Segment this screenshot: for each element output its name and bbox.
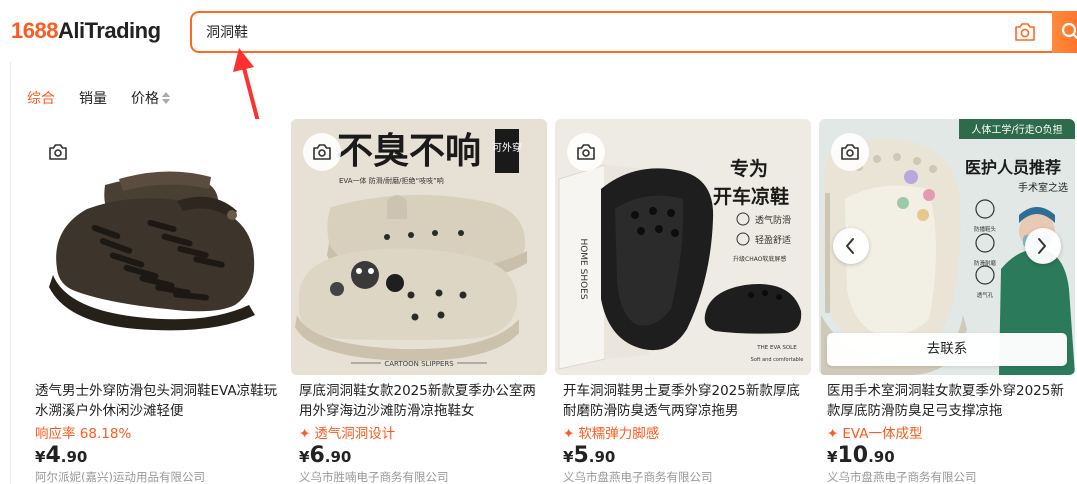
image-feature-3: 透气孔 [977, 291, 994, 299]
camera-icon [49, 144, 67, 160]
sort-bar: 综合 销量 价格 [27, 88, 194, 108]
sole-sublabel: Soft and comfortable [751, 357, 804, 363]
price-integer: 5 [573, 443, 589, 468]
sole-label: THE EVA SOLE [756, 345, 797, 351]
price-currency: ¥ [827, 448, 838, 466]
product-feature-tag: ✦ 软糯弹力脚感 [563, 422, 659, 442]
price-decimal: .90 [588, 448, 616, 466]
chevron-left-icon [846, 238, 854, 254]
sort-price-label: 价格 [131, 91, 159, 107]
supplier-name[interactable]: 义乌市盘燕电子商务有限公司 [563, 469, 713, 484]
product-feature-tag: ✦ EVA一体成型 [827, 422, 922, 442]
site-logo[interactable]: 1688AliTrading [11, 18, 161, 44]
product-title[interactable]: 医用手术室洞洞鞋女款夏季外穿2025新款厚底防滑防臭足弓支撑凉拖 [827, 381, 1073, 421]
product-feature-text: EVA一体成型 [842, 426, 923, 442]
carousel-prev-button[interactable] [833, 228, 869, 264]
product-card[interactable]: 透气男士外穿防滑包头洞洞鞋EVA凉鞋玩水溯溪户外休闲沙滩轻便 响应率 68.18… [27, 119, 283, 484]
sort-comprehensive[interactable]: 综合 [27, 88, 55, 108]
price-currency: ¥ [563, 448, 574, 466]
image-search-button[interactable] [831, 133, 869, 171]
product-image[interactable]: 不臭不响 可外穿 EVA一体 防滑/耐磨/拒绝“吱吱”响 CARTOON SLI… [291, 119, 547, 375]
search-button[interactable] [1052, 11, 1077, 53]
search-input[interactable] [206, 20, 806, 44]
product-image[interactable]: HOME SHOES 专为 开车凉鞋 透气防滑 轻盈舒适 升级CHAO软底屏感 … [555, 119, 811, 375]
price-integer: 10 [837, 443, 869, 468]
product-feature-text: 透气洞洞设计 [314, 426, 396, 442]
image-upgrade: 升级CHAO软底屏感 [733, 255, 786, 263]
image-headline-1: 专为 [730, 157, 768, 180]
product-title[interactable]: 厚底洞洞鞋女款2025新款夏季办公室两用外穿海边沙滩防滑凉拖鞋女 [299, 381, 545, 421]
image-headline: 不臭不响 [337, 131, 481, 172]
product-card[interactable]: HOME SHOES 专为 开车凉鞋 透气防滑 轻盈舒适 升级CHAO软底屏感 … [555, 119, 811, 484]
image-search-button[interactable] [303, 133, 341, 171]
product-title[interactable]: 开车洞洞鞋男士夏季外穿2025新款厚底耐磨防滑防臭透气两穿凉拖男 [563, 381, 809, 421]
product-price: ¥5.90 [563, 443, 615, 468]
divider [10, 62, 11, 484]
image-badge: 可外穿 [492, 141, 522, 154]
product-image[interactable]: 人体工学/行走O负担 医护人员推荐 手术室之选 防播鞋头 防滑耐磨 透气孔 去联… [819, 119, 1075, 375]
price-decimal: .90 [60, 448, 88, 466]
product-price: ¥4.90 [35, 443, 87, 468]
image-search-camera-icon[interactable] [1014, 22, 1036, 42]
product-title[interactable]: 透气男士外穿防滑包头洞洞鞋EVA凉鞋玩水溯溪户外休闲沙滩轻便 [35, 381, 281, 421]
product-card[interactable]: 人体工学/行走O负担 医护人员推荐 手术室之选 防播鞋头 防滑耐磨 透气孔 去联… [819, 119, 1075, 484]
image-subline: 手术室之选 [1018, 181, 1068, 194]
sparkle-icon: ✦ [827, 426, 839, 442]
supplier-name[interactable]: 阿尔派妮(嘉兴)运动用品有限公司 [35, 469, 205, 484]
image-subline: EVA一体 防滑/耐磨/拒绝“吱吱”响 [339, 176, 444, 185]
image-headline-2: 开车凉鞋 [713, 185, 789, 208]
camera-icon [577, 144, 595, 160]
carousel-next-button[interactable] [1025, 228, 1061, 264]
sort-sales[interactable]: 销量 [79, 88, 107, 108]
product-price: ¥10.90 [827, 443, 895, 468]
price-decimal: .90 [868, 448, 895, 466]
sort-arrows-icon [162, 92, 170, 104]
price-currency: ¥ [299, 448, 310, 466]
camera-icon [841, 144, 859, 160]
price-decimal: .90 [324, 448, 352, 466]
contact-supplier-button[interactable]: 去联系 [827, 333, 1067, 366]
image-footer: CARTOON SLIPPERS [384, 360, 454, 368]
image-banner: 人体工学/行走O负担 [971, 123, 1062, 136]
image-headline: 医护人员推荐 [965, 158, 1061, 177]
supplier-name[interactable]: 义乌市胜喃电子商务有限公司 [299, 469, 449, 484]
product-image[interactable] [27, 119, 283, 375]
image-feature-2: 轻盈舒适 [755, 234, 791, 246]
sparkle-icon: ✦ [563, 426, 575, 442]
camera-icon [313, 144, 331, 160]
image-feature-1: 防播鞋头 [974, 225, 997, 233]
search-icon [1061, 22, 1077, 40]
price-integer: 6 [309, 443, 325, 468]
image-search-button[interactable] [39, 133, 77, 171]
product-price: ¥6.90 [299, 443, 351, 468]
product-feature-text: 软糯弹力脚感 [578, 426, 660, 442]
sparkle-icon: ✦ [299, 426, 311, 442]
box-label: HOME SHOES [578, 238, 588, 299]
supplier-name[interactable]: 义乌市盘燕电子商务有限公司 [827, 469, 977, 484]
search-bar [190, 11, 1077, 53]
image-search-button[interactable] [567, 133, 605, 171]
price-integer: 4 [45, 443, 61, 468]
price-currency: ¥ [35, 448, 46, 466]
image-feature-1: 透气防滑 [755, 214, 791, 226]
product-feature-tag: ✦ 透气洞洞设计 [299, 422, 395, 442]
logo-number: 1688 [11, 18, 58, 43]
sort-price[interactable]: 价格 [131, 88, 170, 108]
chevron-right-icon [1038, 238, 1046, 254]
product-card[interactable]: 不臭不响 可外穿 EVA一体 防滑/耐磨/拒绝“吱吱”响 CARTOON SLI… [291, 119, 547, 484]
response-rate: 响应率 68.18% [35, 426, 132, 442]
logo-text: AliTrading [57, 18, 161, 43]
